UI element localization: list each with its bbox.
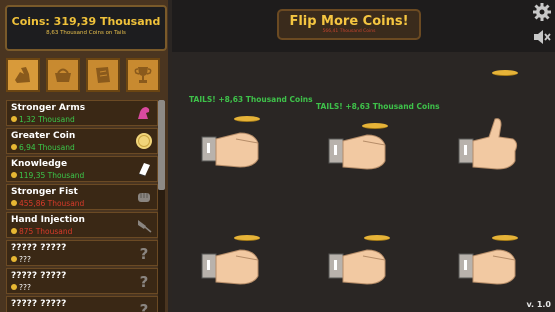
arm-icon — [15, 67, 30, 83]
tails-popup: TAILS! +8,63 Thousand Coins — [189, 95, 313, 104]
syringe-icon — [138, 220, 152, 233]
upgrade-stronger-arms[interactable]: Stronger Arms 1,32 Thousand — [6, 100, 158, 126]
upgrade-cost: ??? — [19, 255, 31, 264]
game-area: Flip More Coins! 566,41 Thousand Coins T… — [172, 0, 555, 312]
flip-button-label: Flip More Coins! — [289, 14, 409, 29]
upgrade-stronger-fist[interactable]: Stronger Fist 455,86 Thousand — [6, 184, 158, 210]
coin-rate: 8,63 Thousand Coins on Tails — [46, 30, 126, 36]
tab-shop[interactable] — [46, 58, 80, 92]
upgrade-cost: 6,94 Thousand — [19, 143, 75, 152]
top-bar: Flip More Coins! 566,41 Thousand Coins — [172, 0, 555, 52]
svg-text:?: ? — [140, 245, 149, 262]
fist-hand-icon[interactable] — [327, 125, 391, 175]
fist-hand-icon[interactable] — [457, 240, 521, 290]
tails-popup: TAILS! +8,63 Thousand Coins — [316, 102, 440, 111]
upgrade-greater-coin[interactable]: Greater Coin 6,94 Thousand — [6, 128, 158, 154]
coin-icon — [11, 116, 17, 122]
upgrade-cost: 875 Thousand — [19, 227, 73, 236]
trophy-icon — [134, 67, 152, 83]
left-panel: Coins: 319,39 Thousand 8,63 Thousand Coi… — [0, 0, 168, 312]
book-icon — [138, 163, 150, 177]
gear-icon[interactable] — [532, 2, 552, 22]
coin-total: Coins: 319,39 Thousand — [11, 15, 161, 28]
coin-icon — [492, 70, 518, 76]
question-icon: ? — [140, 245, 149, 262]
speaker-mute-icon[interactable] — [532, 28, 552, 46]
coin-counter: Coins: 319,39 Thousand 8,63 Thousand Coi… — [5, 5, 167, 51]
coin-icon — [11, 284, 17, 290]
upgrade-name: ????? ????? — [11, 243, 67, 253]
fist-icon — [138, 193, 150, 202]
flip-more-coins-button[interactable]: Flip More Coins! 566,41 Thousand Coins — [277, 9, 421, 40]
upgrade-locked[interactable]: ????? ????? ??? ? — [6, 296, 158, 312]
tab-bar — [6, 58, 162, 92]
upgrade-locked[interactable]: ????? ????? ??? ? — [6, 240, 158, 266]
scrollbar-thumb[interactable] — [158, 100, 165, 190]
version-label: v. 1.0 — [526, 300, 551, 309]
fist-hand-icon[interactable] — [200, 240, 264, 290]
fist-hand-icon[interactable] — [327, 240, 391, 290]
coin-icon — [234, 116, 260, 122]
upgrade-name: Stronger Arms — [11, 103, 86, 113]
coin-icon — [11, 200, 17, 206]
tab-map[interactable] — [86, 58, 120, 92]
upgrade-cost: 1,32 Thousand — [19, 115, 75, 124]
upgrade-hand-injection[interactable]: Hand Injection 875 Thousand — [6, 212, 158, 238]
tab-trophies[interactable] — [126, 58, 160, 92]
fist-hand-icon[interactable] — [200, 123, 264, 173]
svg-text:?: ? — [140, 273, 149, 290]
coin-icon — [11, 256, 17, 262]
upgrade-cost: 455,86 Thousand — [19, 199, 85, 208]
coin-icon — [11, 172, 17, 178]
upgrade-name: Knowledge — [11, 159, 68, 169]
map-icon — [96, 67, 110, 83]
coin-icon — [11, 144, 17, 150]
flip-button-cost: 566,41 Thousand Coins — [322, 29, 376, 34]
upgrade-name: Hand Injection — [11, 215, 85, 225]
flexed-arm-icon — [138, 107, 150, 119]
upgrade-knowledge[interactable]: Knowledge 119,35 Thousand — [6, 156, 158, 182]
upgrade-name: ????? ????? — [11, 271, 67, 281]
tab-upgrades[interactable] — [6, 58, 40, 92]
basket-icon — [55, 68, 71, 82]
coin-icon — [11, 228, 17, 234]
question-icon: ? — [140, 273, 149, 290]
thumbs-up-hand-icon[interactable] — [457, 115, 521, 175]
upgrade-cost: 119,35 Thousand — [19, 171, 85, 180]
upgrade-name: ????? ????? — [11, 299, 67, 309]
upgrade-name: Stronger Fist — [11, 187, 78, 197]
upgrade-locked[interactable]: ????? ????? ??? ? — [6, 268, 158, 294]
coin-icon — [136, 133, 152, 149]
upgrade-list: Stronger Arms 1,32 Thousand Greater Coin… — [6, 100, 158, 312]
question-icon: ? — [140, 301, 149, 312]
upgrade-cost: ??? — [19, 283, 31, 292]
svg-text:?: ? — [140, 301, 149, 312]
upgrade-name: Greater Coin — [11, 131, 76, 141]
